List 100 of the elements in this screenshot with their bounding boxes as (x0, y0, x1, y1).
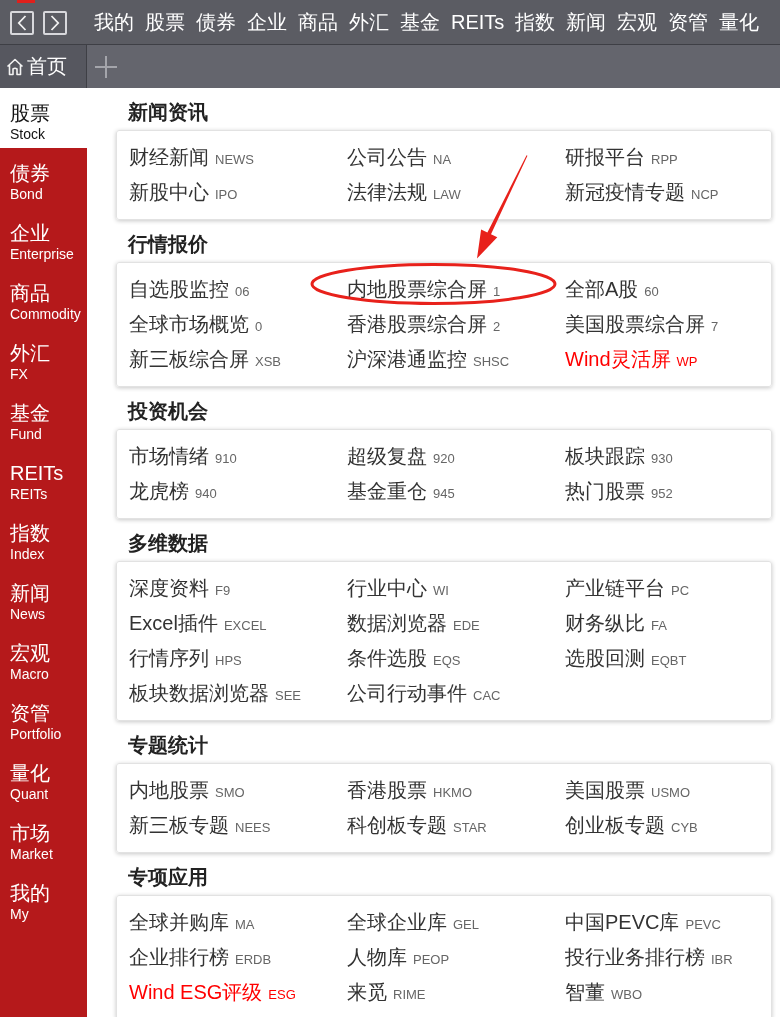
function-link[interactable]: 投行业务排行榜 (565, 940, 705, 975)
shortcut-code: STAR (453, 820, 487, 836)
menu-item[interactable]: 资管 (668, 9, 709, 35)
menu-item[interactable]: 企业 (247, 9, 287, 35)
function-link[interactable]: 新股中心 (129, 175, 209, 210)
function-link[interactable]: 新三板专题 (129, 808, 229, 843)
sidebar-item[interactable]: 股票 Stock (0, 88, 87, 148)
function-link[interactable]: 超级复盘 (347, 439, 427, 474)
function-link[interactable]: 美国股票综合屏 (565, 307, 705, 342)
function-link[interactable]: 美国股票 (565, 773, 645, 808)
menu-item[interactable]: 基金 (400, 9, 440, 35)
chevron-right-icon (50, 15, 60, 31)
chevron-left-icon (17, 15, 27, 31)
menu-item[interactable]: 指数 (515, 9, 556, 35)
function-link[interactable]: 人物库 (347, 940, 407, 975)
menu-item[interactable]: REITs (451, 9, 505, 35)
function-link[interactable]: 科创板专题 (347, 808, 447, 843)
function-link[interactable]: 财经新闻 (129, 140, 209, 175)
menu-item[interactable]: 量化 (719, 9, 760, 35)
shortcut-code: 7 (711, 319, 719, 335)
function-link[interactable]: 热门股票 (565, 474, 645, 509)
shortcut-code: EXCEL (223, 618, 267, 634)
function-link[interactable]: Wind ESG评级 (129, 975, 263, 1010)
function-link[interactable]: 内地股票综合屏 (347, 272, 487, 307)
shortcut-code: 1 (493, 284, 501, 300)
function-link[interactable]: 沪深港通监控 (347, 342, 467, 377)
section-title: 投资机会 (126, 399, 209, 424)
function-link[interactable]: 内地股票 (129, 773, 209, 808)
function-link[interactable]: 板块数据浏览器 (129, 676, 269, 711)
shortcut-code: IPO (215, 187, 238, 203)
function-link[interactable]: 龙虎榜 (129, 474, 189, 509)
function-link[interactable]: 新三板综合屏 (129, 342, 249, 377)
function-link[interactable]: Excel插件 (129, 606, 218, 641)
shortcut-code: PEVC (685, 917, 721, 933)
function-link[interactable]: 板块跟踪 (565, 439, 645, 474)
function-link[interactable]: 产业链平台 (565, 571, 665, 606)
shortcut-code: PC (671, 583, 690, 599)
function-link[interactable]: 来觅 (347, 975, 387, 1010)
section-title: 行情报价 (126, 232, 209, 257)
shortcut-code: 952 (651, 486, 673, 502)
function-link[interactable]: 香港股票 (347, 773, 427, 808)
function-link[interactable]: 基金重仓 (347, 474, 427, 509)
section-title: 专题统计 (127, 733, 209, 758)
function-link[interactable]: 全球市场概览 (129, 307, 249, 342)
function-link[interactable]: 选股回测 (565, 641, 645, 676)
shortcut-code: EDE (453, 618, 480, 634)
shortcut-code: WI (433, 583, 449, 599)
section-title: 专项应用 (127, 865, 209, 890)
shortcut-code: 06 (235, 284, 250, 300)
menu-item[interactable]: 我的 (94, 9, 134, 35)
shortcut-code: WP (676, 354, 698, 370)
shortcut-code: SEE (275, 688, 301, 704)
shortcut-code: 930 (651, 451, 673, 467)
menu-item[interactable]: 股票 (145, 9, 185, 35)
function-link[interactable]: 全球企业库 (347, 905, 447, 940)
function-link[interactable]: 自选股监控 (129, 272, 229, 307)
menu-item[interactable]: 债券 (196, 9, 236, 35)
menu-item[interactable]: 商品 (298, 9, 338, 35)
forward-button[interactable] (43, 11, 67, 35)
menu-item[interactable]: 宏观 (617, 9, 658, 35)
shortcut-code: RPP (651, 152, 678, 168)
function-link[interactable]: 条件选股 (347, 641, 427, 676)
shortcut-code: 60 (644, 284, 659, 300)
shortcut-code: RIME (393, 987, 426, 1003)
shortcut-code: ERDB (235, 952, 272, 968)
function-link[interactable]: 全球并购库 (129, 905, 229, 940)
shortcut-code: HKMO (433, 785, 472, 801)
function-link[interactable]: 行业中心 (347, 571, 427, 606)
shortcut-code: WBO (611, 987, 643, 1003)
shortcut-code: NEWS (215, 152, 254, 168)
function-link[interactable]: 公司公告 (347, 140, 427, 175)
function-link[interactable]: 全部A股 (565, 272, 639, 307)
function-link[interactable]: 香港股票综合屏 (347, 307, 487, 342)
function-link[interactable]: 新冠疫情专题 (565, 175, 685, 210)
home-tab[interactable]: 首页 (0, 45, 87, 88)
function-link[interactable]: 深度资料 (129, 571, 209, 606)
shortcut-code: HPS (215, 653, 242, 669)
back-button[interactable] (10, 11, 34, 35)
shortcut-code: LAW (433, 187, 461, 203)
function-link[interactable]: 智董 (565, 975, 605, 1010)
function-link[interactable]: 财务纵比 (565, 606, 645, 641)
menu-item[interactable]: 新闻 (566, 9, 607, 35)
function-link[interactable]: 中国PEVC库 (565, 905, 680, 940)
function-link[interactable]: 市场情绪 (129, 439, 209, 474)
shortcut-code: 910 (215, 451, 237, 467)
shortcut-code: CYB (671, 820, 698, 836)
function-link[interactable]: 企业排行榜 (129, 940, 229, 975)
menu-item[interactable]: 外汇 (349, 9, 389, 35)
function-link[interactable]: Wind灵活屏 (565, 342, 671, 377)
section-title: 新闻资讯 (127, 100, 209, 125)
function-link[interactable]: 法律法规 (347, 175, 427, 210)
shortcut-code: SHSC (473, 354, 510, 370)
function-link[interactable]: 公司行动事件 (347, 676, 467, 711)
shortcut-code: CAC (473, 688, 501, 704)
shortcut-code: FA (651, 618, 667, 634)
function-link[interactable]: 行情序列 (129, 641, 209, 676)
function-link[interactable]: 数据浏览器 (347, 606, 447, 641)
shortcut-code: PEOP (413, 952, 450, 968)
function-link[interactable]: 研报平台 (565, 140, 645, 175)
function-link[interactable]: 创业板专题 (565, 808, 665, 843)
